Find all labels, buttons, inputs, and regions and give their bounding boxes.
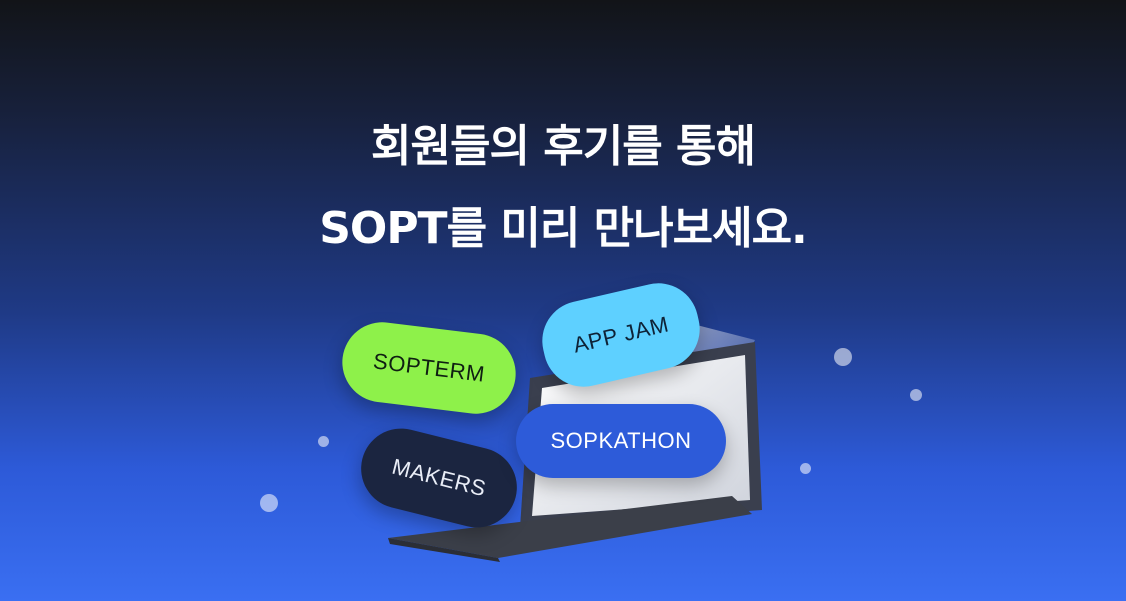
decor-dot bbox=[318, 436, 329, 447]
decor-dot bbox=[260, 494, 278, 512]
tag-sopkathon: SOPKATHON bbox=[516, 404, 726, 478]
review-hero-banner: 회원들의 후기를 통해 SOPT를 미리 만나보세요. SOPTERM APP … bbox=[0, 0, 1126, 601]
decor-dot bbox=[834, 348, 852, 366]
decor-dot bbox=[800, 463, 811, 474]
headline-line-1: 회원들의 후기를 통해 bbox=[371, 121, 756, 172]
headline-line-2: SOPT를 미리 만나보세요. bbox=[319, 203, 808, 254]
decor-dot bbox=[910, 389, 922, 401]
